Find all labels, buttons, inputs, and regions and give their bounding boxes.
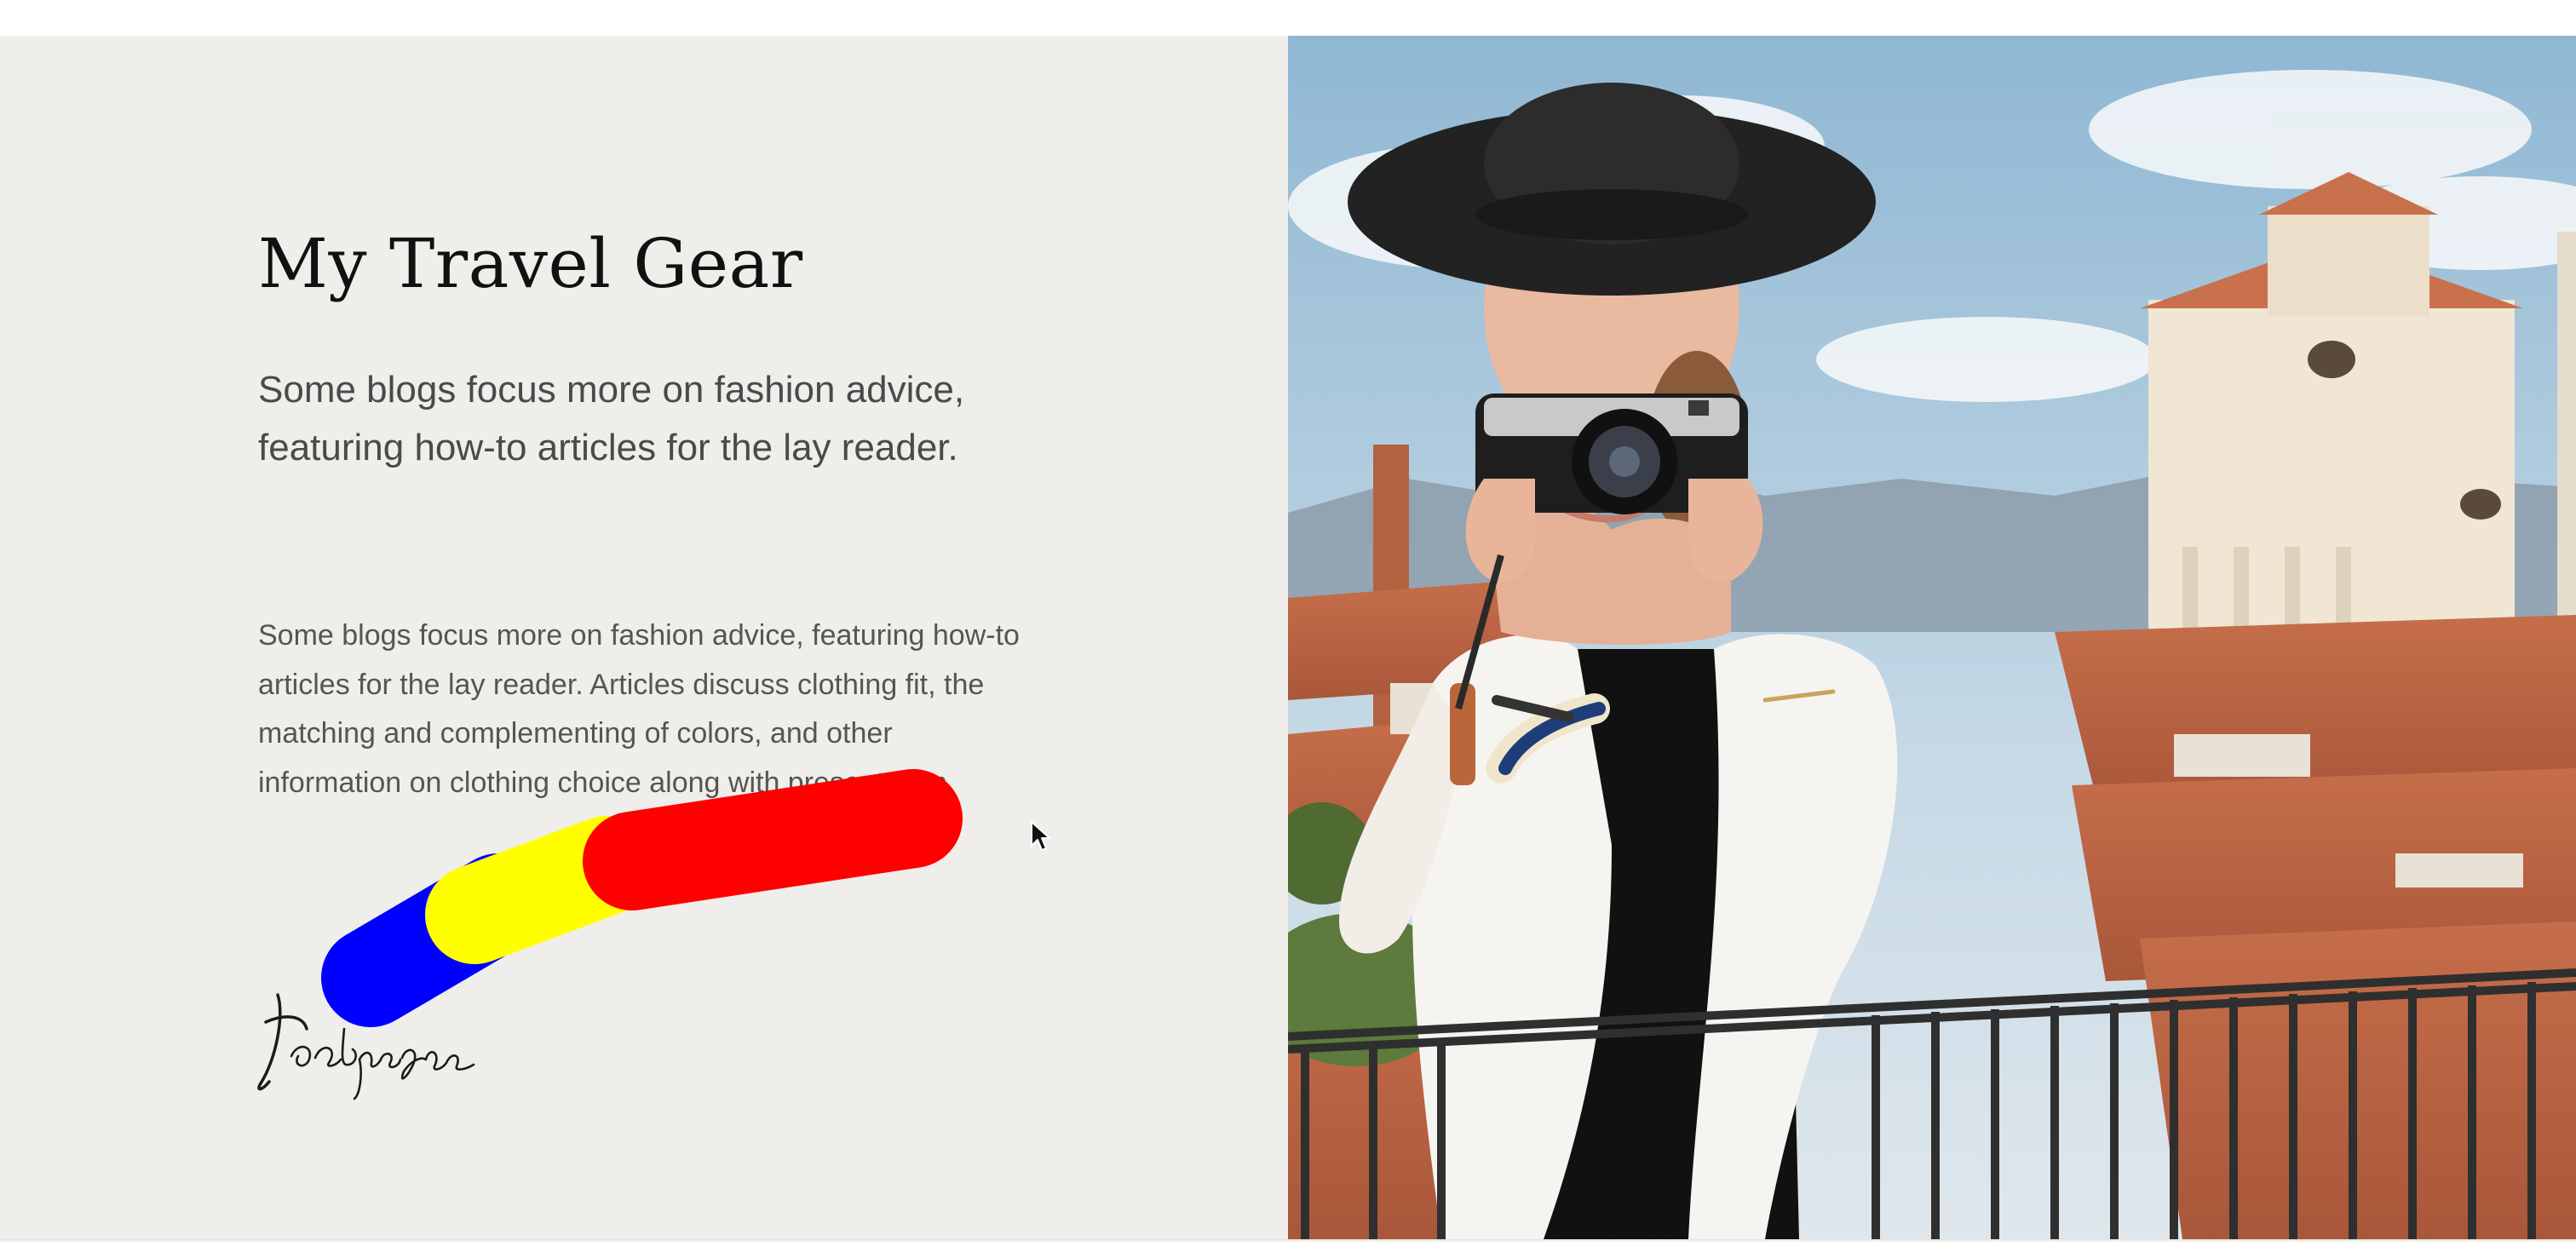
page-title: My Travel Gear: [258, 224, 803, 303]
bottom-edge: [0, 1239, 2576, 1252]
signature-image: [257, 993, 475, 1100]
hero-photo-panel: [1288, 36, 2576, 1239]
lead-paragraph: Some blogs focus more on fashion advice,…: [258, 369, 965, 468]
mouse-cursor-icon: [1031, 821, 1050, 851]
woman-with-camera-photo: [1288, 36, 2576, 1239]
hero-text-panel: My Travel Gear Some blogs focus more on …: [0, 36, 1288, 1239]
red-stroke: [583, 769, 963, 910]
top-strip: [0, 0, 2576, 36]
